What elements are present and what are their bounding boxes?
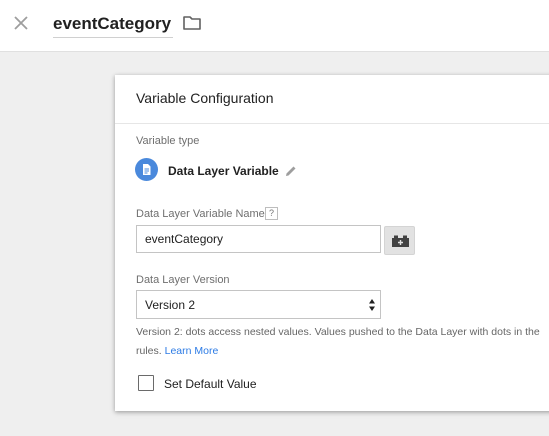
help-text-line-1: Version 2: dots access nested values. Va… xyxy=(136,326,540,338)
help-text-rules: rules. xyxy=(136,344,162,357)
close-icon xyxy=(14,16,28,30)
card-title: Variable Configuration xyxy=(136,90,274,106)
dl-version-select[interactable]: Version 2 xyxy=(136,290,381,319)
dl-version-help-text: Version 2: dots access nested values. Va… xyxy=(136,323,549,360)
variable-type-label: Variable type xyxy=(136,135,200,147)
page-title: eventCategory xyxy=(53,14,172,33)
title-field[interactable]: eventCategory xyxy=(53,12,174,38)
set-default-value-checkbox[interactable] xyxy=(138,375,154,391)
document-icon xyxy=(135,158,158,181)
close-button[interactable] xyxy=(10,12,32,34)
top-bar: eventCategory xyxy=(0,0,549,52)
dlv-name-label: Data Layer Variable Name xyxy=(136,208,265,220)
set-default-value-label[interactable]: Set Default Value xyxy=(164,377,257,391)
learn-more-link[interactable]: Learn More xyxy=(165,345,219,357)
dlv-name-input[interactable] xyxy=(136,225,381,253)
edit-variable-type-button[interactable] xyxy=(284,164,298,178)
card-header: Variable Configuration xyxy=(115,75,549,124)
dl-version-selected: Version 2 xyxy=(145,298,196,312)
pencil-icon xyxy=(286,166,296,176)
folder-icon xyxy=(183,16,201,30)
variable-configuration-card: Variable Configuration Variable type Dat… xyxy=(115,75,549,411)
help-text-line-2: rules. Learn More xyxy=(136,342,549,361)
select-arrows-icon xyxy=(369,299,375,311)
help-icon[interactable]: ? xyxy=(265,207,278,220)
variable-picker-button[interactable] xyxy=(384,226,415,255)
lego-brick-icon xyxy=(392,235,409,247)
variable-type-name[interactable]: Data Layer Variable xyxy=(168,164,279,178)
folder-button[interactable] xyxy=(182,14,202,32)
dl-version-label: Data Layer Version xyxy=(136,274,230,286)
